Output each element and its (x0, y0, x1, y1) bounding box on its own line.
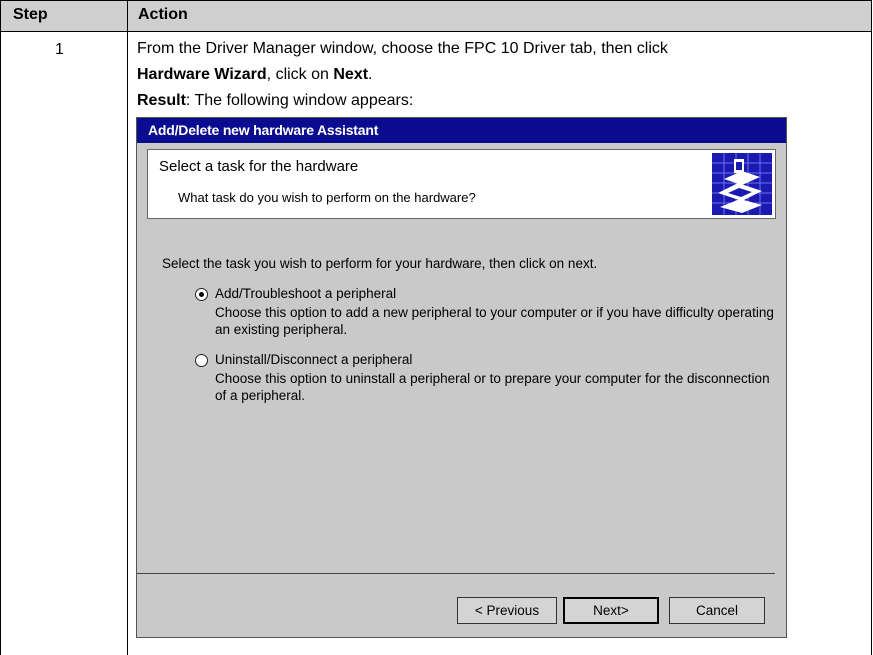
header-action: Action (138, 6, 188, 23)
dialog-titlebar[interactable]: Add/Delete new hardware Assistant (137, 118, 786, 143)
result-line: Result: The following window appears: (137, 88, 413, 114)
instruction-text: From the Driver Manager window, choose t… (137, 40, 668, 57)
result-label: Result (137, 92, 186, 109)
dialog-title: Add/Delete new hardware Assistant (148, 122, 379, 138)
radio-add-troubleshoot[interactable] (195, 288, 208, 301)
table-right-border (871, 0, 872, 655)
step-number: 1 (55, 41, 64, 58)
table-column-divider (127, 0, 128, 655)
task-prompt: Select the task you wish to perform for … (162, 256, 598, 271)
result-text: : The following window appears: (185, 92, 414, 109)
option-description: Choose this option to add a new peripher… (215, 305, 774, 337)
next-button[interactable]: Next> (563, 597, 659, 624)
table-header-row: Step Action (0, 0, 872, 32)
header-step: Step (13, 6, 48, 23)
hardware-assistant-dialog: Add/Delete new hardware Assistant Select… (136, 117, 787, 638)
radio-selected-dot (199, 292, 204, 297)
next-term: Next (333, 66, 369, 83)
instruction-line-2: Hardware Wizard, click on Next. (137, 62, 373, 88)
instruction-table: Step Action 1 From the Driver Manager wi… (0, 0, 873, 655)
previous-button[interactable]: < Previous (457, 597, 557, 624)
option-label[interactable]: Add/Troubleshoot a peripheral (215, 286, 396, 301)
table-left-border (0, 0, 1, 655)
banner-subtitle: What task do you wish to perform on the … (178, 190, 476, 205)
instruction-line-1: From the Driver Manager window, choose t… (137, 36, 668, 62)
footer-separator (137, 573, 775, 574)
hardware-wizard-term: Hardware Wizard (137, 66, 267, 83)
instruction-connector: , click on (266, 66, 334, 83)
radio-uninstall-disconnect[interactable] (195, 354, 208, 367)
wizard-header-banner: Select a task for the hardware What task… (147, 149, 776, 219)
banner-title: Select a task for the hardware (159, 158, 359, 175)
option-label[interactable]: Uninstall/Disconnect a peripheral (215, 352, 412, 367)
instruction-period: . (368, 66, 373, 83)
cancel-button[interactable]: Cancel (669, 597, 765, 624)
hardware-wizard-icon (712, 153, 772, 215)
option-description: Choose this option to uninstall a periph… (215, 371, 770, 403)
